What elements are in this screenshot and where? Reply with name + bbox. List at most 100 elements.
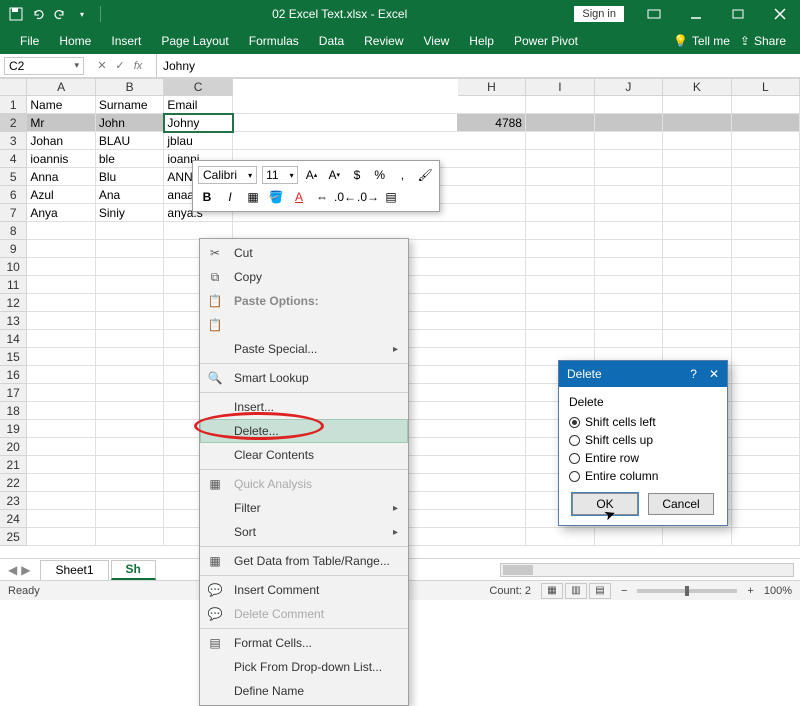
row-header[interactable]: 17 <box>0 384 27 402</box>
sheet-tab-2[interactable]: Sh <box>111 560 156 580</box>
cell[interactable] <box>732 186 800 204</box>
cell[interactable] <box>526 258 595 276</box>
horizontal-scrollbar[interactable] <box>500 563 794 577</box>
formula-input[interactable]: Johny <box>156 54 800 77</box>
cell[interactable] <box>27 294 96 312</box>
cell[interactable] <box>457 348 526 366</box>
zoom-slider[interactable] <box>637 589 737 593</box>
row-header[interactable]: 8 <box>0 222 27 240</box>
close-icon[interactable] <box>760 0 800 28</box>
cell[interactable] <box>27 474 96 492</box>
cell[interactable]: Ana <box>96 186 165 204</box>
tab-review[interactable]: Review <box>354 28 413 54</box>
ctx-define-name[interactable]: Define Name <box>200 679 408 703</box>
format-painter-icon[interactable]: 🖌 <box>416 166 434 184</box>
undo-icon[interactable] <box>30 6 46 22</box>
cell[interactable] <box>663 276 732 294</box>
normal-view-icon[interactable]: ▦ <box>541 583 563 599</box>
cell[interactable] <box>526 240 595 258</box>
cell[interactable] <box>663 294 732 312</box>
cell[interactable] <box>663 186 732 204</box>
cell[interactable] <box>732 402 800 420</box>
redo-icon[interactable] <box>52 6 68 22</box>
cell[interactable] <box>96 402 165 420</box>
ctx-clear-contents[interactable]: Clear Contents <box>200 443 408 467</box>
cell[interactable] <box>663 258 732 276</box>
cell[interactable] <box>732 204 800 222</box>
select-all-corner[interactable] <box>0 79 27 96</box>
tell-me-button[interactable]: 💡 Tell me <box>673 34 730 48</box>
page-layout-view-icon[interactable]: ▥ <box>565 583 587 599</box>
cell[interactable] <box>96 510 165 528</box>
ctx-paste-option[interactable]: 📋 <box>200 313 408 337</box>
sign-in-button[interactable]: Sign in <box>574 6 624 22</box>
merge-center-icon[interactable]: ⇔ <box>313 188 331 206</box>
row-header[interactable]: 25 <box>0 528 27 546</box>
cell[interactable] <box>96 528 165 546</box>
ctx-insert[interactable]: Insert... <box>200 395 408 419</box>
cell[interactable] <box>732 132 800 150</box>
conditional-format-icon[interactable]: ▤ <box>382 188 400 206</box>
cell[interactable] <box>96 384 165 402</box>
cell[interactable] <box>96 474 165 492</box>
tab-page-layout[interactable]: Page Layout <box>151 28 238 54</box>
cell[interactable]: Surname <box>96 96 165 114</box>
cell[interactable] <box>457 150 526 168</box>
cell[interactable] <box>27 420 96 438</box>
cell[interactable] <box>27 438 96 456</box>
cell[interactable] <box>526 222 595 240</box>
radio-shift-up[interactable]: Shift cells up <box>569 431 717 449</box>
fx-icon[interactable]: fx <box>130 60 146 72</box>
cell[interactable] <box>457 366 526 384</box>
row-header[interactable]: 12 <box>0 294 27 312</box>
cell[interactable] <box>595 204 664 222</box>
row-header[interactable]: 11 <box>0 276 27 294</box>
cell[interactable] <box>663 114 732 132</box>
cell[interactable] <box>96 276 165 294</box>
cell[interactable] <box>595 528 664 546</box>
ctx-cut[interactable]: ✂Cut <box>200 241 408 265</box>
cell[interactable]: 4788 <box>457 114 526 132</box>
cell[interactable] <box>526 186 595 204</box>
chevron-down-icon[interactable]: ▾ <box>74 60 79 71</box>
cell[interactable] <box>457 258 526 276</box>
row-header[interactable]: 18 <box>0 402 27 420</box>
row-header[interactable]: 20 <box>0 438 27 456</box>
cell[interactable] <box>732 258 800 276</box>
cell[interactable] <box>27 330 96 348</box>
cell[interactable] <box>457 474 526 492</box>
ctx-filter[interactable]: Filter▸ <box>200 496 408 520</box>
cell[interactable] <box>526 114 595 132</box>
radio-entire-column[interactable]: Entire column <box>569 467 717 485</box>
cell[interactable] <box>27 510 96 528</box>
col-header-j[interactable]: J <box>595 79 663 96</box>
cell[interactable] <box>663 168 732 186</box>
cell[interactable]: ioannis <box>27 150 96 168</box>
cell[interactable] <box>663 222 732 240</box>
cell[interactable]: Anna <box>27 168 96 186</box>
cell[interactable] <box>96 438 165 456</box>
cell[interactable] <box>96 258 165 276</box>
increase-decimal-icon[interactable]: .0← <box>336 188 354 206</box>
cell[interactable] <box>457 384 526 402</box>
cell[interactable]: Anya <box>27 204 96 222</box>
cell[interactable] <box>96 348 165 366</box>
cell[interactable] <box>526 294 595 312</box>
bold-icon[interactable]: B <box>198 188 216 206</box>
row-header[interactable]: 24 <box>0 510 27 528</box>
cell[interactable]: Mr <box>27 114 96 132</box>
row-header[interactable]: 4 <box>0 150 27 168</box>
maximize-icon[interactable] <box>718 0 758 28</box>
col-header-b[interactable]: B <box>96 79 164 96</box>
cell[interactable]: John <box>96 114 165 132</box>
row-header[interactable]: 1 <box>0 96 27 114</box>
cell[interactable] <box>526 96 595 114</box>
sheet-tab-1[interactable]: Sheet1 <box>40 560 108 580</box>
tab-view[interactable]: View <box>414 28 460 54</box>
font-name-dropdown[interactable]: Calibri▾ <box>198 166 257 184</box>
cell[interactable] <box>732 384 800 402</box>
cell[interactable] <box>595 132 664 150</box>
cell[interactable] <box>27 276 96 294</box>
cell[interactable] <box>457 276 526 294</box>
cell[interactable] <box>732 222 800 240</box>
